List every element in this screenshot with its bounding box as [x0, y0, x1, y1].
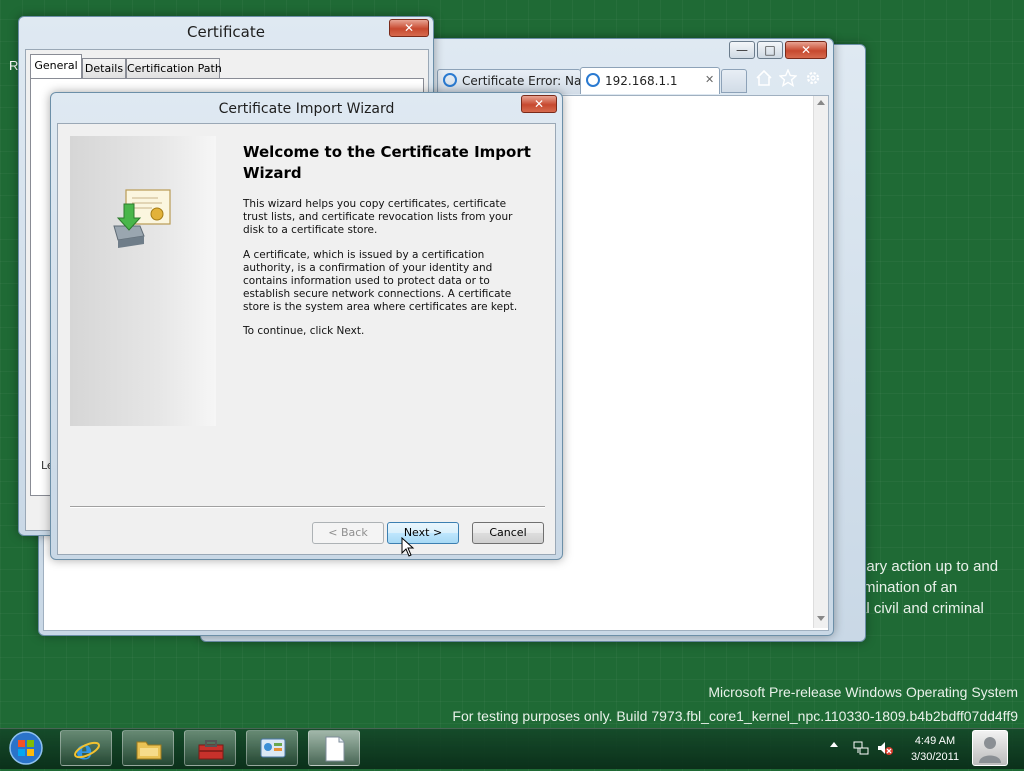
policy-line: nary action up to and — [858, 558, 999, 575]
ie-icon — [443, 73, 457, 87]
file-explorer-icon — [136, 741, 162, 760]
taskbar-toolbox[interactable] — [184, 730, 236, 766]
wizard-paragraph-2: A certificate, which is issued by a cert… — [243, 249, 518, 313]
tab-details[interactable]: Details — [82, 58, 126, 79]
wizard-side-panel — [70, 136, 216, 426]
mouse-cursor-icon — [401, 537, 415, 557]
taskbar-control-panel[interactable] — [246, 730, 298, 766]
clock-time: 4:49 AM — [914, 735, 956, 747]
toolbox-icon — [198, 740, 224, 760]
policy-line: rmination of an — [858, 579, 958, 596]
certificate-import-icon — [113, 189, 171, 248]
watermark-line-2: For testing purposes only. Build 7973.fb… — [452, 708, 1018, 724]
start-orb-icon — [9, 731, 43, 765]
wizard-body: Welcome to the Certificate Import Wizard… — [57, 123, 556, 555]
wizard-separator — [70, 506, 545, 508]
certificate-close-button[interactable]: ✕ — [389, 19, 429, 37]
wizard-close-button[interactable]: ✕ — [521, 95, 557, 113]
clock-date: 3/30/2011 — [910, 751, 960, 763]
show-hidden-icons-chevron[interactable] — [830, 742, 838, 747]
policy-line: al civil and criminal — [858, 600, 984, 617]
tab-label: 192.168.1.1 — [605, 74, 678, 88]
new-tab-button[interactable] — [721, 69, 747, 93]
ie-icon — [586, 73, 600, 87]
gear-icon[interactable] — [804, 69, 822, 87]
wizard-paragraph-1: This wizard helps you copy certificates,… — [243, 198, 513, 236]
clock[interactable]: 4:49 AM 3/30/2011 — [900, 733, 970, 765]
certificate-title: Certificate — [187, 23, 265, 41]
start-button[interactable] — [6, 729, 46, 767]
user-avatar-icon — [979, 737, 1001, 763]
scroll-up-arrow-icon[interactable] — [817, 100, 825, 105]
tab-label: Certificate Error: Na... — [462, 74, 593, 88]
cancel-button[interactable]: Cancel — [472, 522, 544, 544]
tab-certification-path[interactable]: Certification Path — [126, 58, 222, 79]
internet-explorer-icon: e — [74, 736, 100, 762]
certificate-import-wizard: Certificate Import Wizard ✕ Welcome to t… — [50, 92, 563, 560]
tab-certificate-error[interactable]: Certificate Error: Na... — [437, 69, 593, 94]
taskbar-file-explorer[interactable] — [122, 730, 174, 766]
control-panel-icon — [260, 738, 286, 758]
star-icon[interactable] — [779, 69, 797, 87]
document-icon — [325, 736, 345, 762]
wizard-heading: Welcome to the Certificate Import Wizard — [243, 143, 531, 182]
user-tile[interactable] — [972, 730, 1008, 766]
tab-close-icon[interactable]: ✕ — [705, 73, 714, 86]
taskbar-document[interactable] — [308, 730, 360, 766]
tab-general[interactable]: General — [30, 54, 82, 79]
next-button[interactable]: Next > — [387, 522, 459, 544]
close-button[interactable]: ✕ — [785, 41, 827, 59]
volume-muted-icon[interactable] — [876, 740, 894, 756]
maximize-button[interactable]: □ — [757, 41, 783, 59]
watermark-line-1: Microsoft Pre-release Windows Operating … — [708, 684, 1018, 700]
vertical-scrollbar[interactable] — [813, 96, 828, 628]
back-button[interactable]: < Back — [312, 522, 384, 544]
taskbar-internet-explorer[interactable]: e — [60, 730, 112, 766]
tab-192-168-1-1[interactable]: 192.168.1.1 ✕ — [580, 67, 720, 94]
home-icon[interactable] — [755, 69, 773, 87]
wizard-title: Certificate Import Wizard — [218, 101, 395, 117]
policy-text-block: nary action up to and rmination of an al… — [858, 556, 1024, 619]
wizard-paragraph-3: To continue, click Next. — [243, 325, 365, 337]
minimize-button[interactable]: — — [729, 41, 755, 59]
network-icon[interactable] — [852, 740, 870, 756]
scroll-down-arrow-icon[interactable] — [817, 616, 825, 621]
